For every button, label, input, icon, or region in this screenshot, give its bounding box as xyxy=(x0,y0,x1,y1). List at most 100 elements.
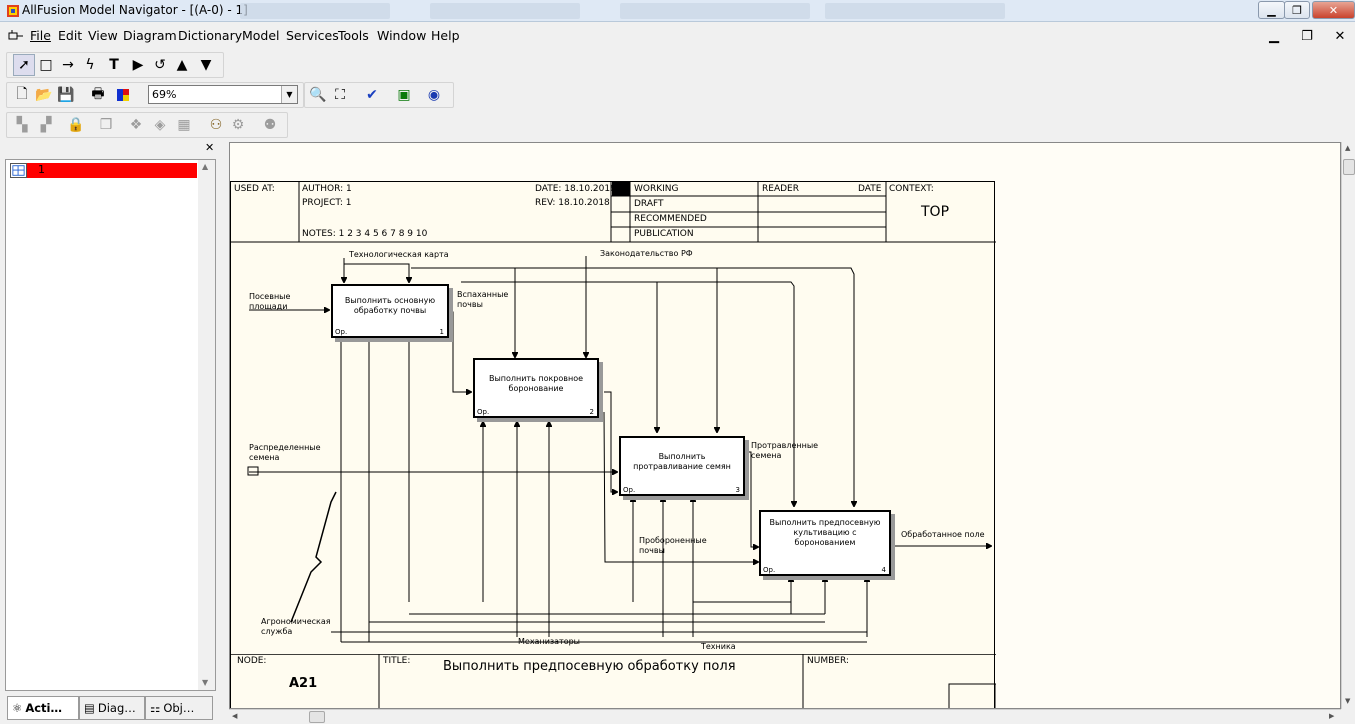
minimize-button[interactable]: ▁ xyxy=(1258,1,1285,19)
menu-tools[interactable]: Tools xyxy=(338,28,369,43)
label-loosened-soil: Вспаханные почвы xyxy=(457,290,509,309)
tab-activities[interactable]: ⚛ Acti… xyxy=(7,696,79,720)
close-button[interactable]: ✕ xyxy=(1312,1,1355,19)
model-save-icon[interactable]: ▞ xyxy=(35,114,57,136)
title-label: TITLE: xyxy=(383,656,411,666)
refresh-tool-icon[interactable]: ↺ xyxy=(149,54,171,76)
used-at-label: USED AT: xyxy=(234,184,275,194)
number-label: NUMBER: xyxy=(807,656,849,666)
new-file-icon[interactable]: 🗋 xyxy=(11,84,33,106)
menu-dictionary[interactable]: Dictionary xyxy=(178,28,242,43)
vertical-scroll-thumb[interactable] xyxy=(1343,159,1355,175)
tree-item-root[interactable]: 1 xyxy=(10,163,197,178)
panel-header: ✕ xyxy=(5,141,216,155)
model-explorer-icon[interactable]: ▣ xyxy=(393,84,415,106)
menu-services[interactable]: Services xyxy=(286,28,339,43)
chevron-down-icon[interactable]: ▼ xyxy=(281,86,297,103)
tree-item-label: 1 xyxy=(38,163,45,176)
activity-tree[interactable]: 1 xyxy=(5,159,216,691)
menu-view[interactable]: View xyxy=(88,28,118,43)
activity-box-2[interactable]: Выполнить покровное боронование Ор. 2 xyxy=(473,358,599,418)
model-explorer-panel: ✕ 1 ▲ ▼ ⚛ Acti… ▤ Diag… ⚏ Obj… xyxy=(5,141,216,723)
label-sown-areas: Посевные площади xyxy=(249,292,291,311)
diagram-canvas[interactable]: USED AT: AUTHOR: 1 PROJECT: 1 NOTES: 1 2… xyxy=(229,142,1341,709)
menu-help[interactable]: Help xyxy=(431,28,460,43)
lock-icon[interactable]: 🔒 xyxy=(65,114,87,136)
activity-box-1[interactable]: Выполнить основную обработку почвы Ор. 1 xyxy=(331,284,449,338)
label-operators: Механизаторы xyxy=(518,637,580,646)
menu-edit[interactable]: Edit xyxy=(58,28,82,43)
panel-close-icon[interactable]: ✕ xyxy=(205,141,214,154)
vertical-scrollbar[interactable]: ▲ ▼ xyxy=(1341,142,1355,709)
spellcheck-icon[interactable]: ✔ xyxy=(361,84,383,106)
idef0-frame: USED AT: AUTHOR: 1 PROJECT: 1 NOTES: 1 2… xyxy=(230,181,996,708)
taskbar-ghost-tab xyxy=(240,3,390,19)
users-icon[interactable]: ⚇ xyxy=(205,114,227,136)
mdi-doc-icon[interactable] xyxy=(8,29,24,43)
label-treated-seeds: Протравленные семена xyxy=(751,441,819,460)
tree-scrollbar[interactable]: ▲ ▼ xyxy=(198,160,215,690)
mdi-restore-button[interactable]: ❐ xyxy=(1294,26,1320,46)
mdi-close-button[interactable]: ✕ xyxy=(1327,26,1353,46)
copy-model-icon[interactable]: ❒ xyxy=(95,114,117,136)
box-tool-icon[interactable]: □ xyxy=(35,54,57,76)
zoom-fit-icon[interactable]: ⛶ xyxy=(329,84,351,106)
window-title: AllFusion Model Navigator - [(A-0) - 1] xyxy=(22,3,248,17)
open-folder-icon[interactable]: 📂 xyxy=(33,84,55,106)
node-label: NODE: xyxy=(237,656,267,666)
label-harrowed-soil: Пробороненные почвы xyxy=(639,536,707,555)
save-icon[interactable]: 💾 xyxy=(55,84,77,106)
label-agro-service: Агрономическая служба xyxy=(261,617,331,636)
zoom-value: 69% xyxy=(152,88,177,101)
security-icon[interactable]: ⚙ xyxy=(227,114,249,136)
tab-diagrams[interactable]: ▤ Diag… xyxy=(79,696,145,720)
label-processed-field: Обработанное поле xyxy=(901,530,985,539)
model-mart-icon[interactable]: ▚ xyxy=(11,114,33,136)
label-equipment: Техника xyxy=(701,642,736,651)
people-icon[interactable]: ⚉ xyxy=(259,114,281,136)
play-tool-icon[interactable]: ▶ xyxy=(127,54,149,76)
mdi-minimize-button[interactable]: ▁ xyxy=(1261,26,1287,46)
text-tool-icon[interactable]: T xyxy=(103,54,125,76)
grid-icon[interactable]: ▦ xyxy=(173,114,195,136)
label-tech-map: Технологическая карта xyxy=(349,250,449,259)
menu-model[interactable]: Model xyxy=(242,28,280,43)
activity-box-3[interactable]: Выполнить протравливание семян Ор. 3 xyxy=(619,436,745,496)
down-level-icon[interactable]: ▼ xyxy=(195,54,217,76)
maximize-button[interactable]: ❐ xyxy=(1284,1,1310,19)
pointer-tool-icon[interactable]: ➚ xyxy=(13,54,35,76)
app-icon xyxy=(7,5,19,17)
scroll-corner xyxy=(1341,709,1355,724)
menu-window[interactable]: Window xyxy=(377,28,426,43)
notes-label: NOTES: 1 2 3 4 5 6 7 8 9 10 xyxy=(302,229,428,239)
print-icon[interactable]: 🖶 xyxy=(87,84,109,106)
tab-objects[interactable]: ⚏ Obj… xyxy=(145,696,213,720)
scroll-right-icon[interactable]: ▶ xyxy=(1329,712,1334,720)
scroll-left-icon[interactable]: ◀ xyxy=(232,712,237,720)
arrow-tool-icon[interactable]: → xyxy=(57,54,79,76)
menu-diagram[interactable]: Diagram xyxy=(123,28,177,43)
scroll-up-icon[interactable]: ▲ xyxy=(1345,144,1350,152)
horizontal-scrollbar[interactable]: ◀ ▶ xyxy=(229,709,1341,724)
scroll-down-icon[interactable]: ▼ xyxy=(202,678,208,687)
zoom-in-icon[interactable]: 🔍 xyxy=(307,84,329,106)
squiggle-tool-icon[interactable]: ϟ xyxy=(79,54,101,76)
globe-icon[interactable]: ◉ xyxy=(423,84,445,106)
taskbar-ghost-tab xyxy=(620,3,810,19)
scroll-down-icon[interactable]: ▼ xyxy=(1345,697,1350,705)
activity-box-4[interactable]: Выполнить предпосевную культивацию с бор… xyxy=(759,510,891,576)
scroll-up-icon[interactable]: ▲ xyxy=(202,162,208,171)
merge-icon[interactable]: ❖ xyxy=(125,114,147,136)
horizontal-scroll-thumb[interactable] xyxy=(309,711,325,723)
up-level-icon[interactable]: ▲ xyxy=(171,54,193,76)
color-icon[interactable] xyxy=(113,84,135,106)
rev-label: REV: 18.10.2018 xyxy=(535,198,610,208)
activities-tab-icon: ⚛ xyxy=(12,701,23,715)
taskbar-ghost-tab xyxy=(430,3,580,19)
zoom-select[interactable]: 69% ▼ xyxy=(148,85,298,104)
activity-node-icon xyxy=(10,163,27,178)
menu-file[interactable]: File xyxy=(30,28,51,43)
project-label: PROJECT: 1 xyxy=(302,198,352,208)
compare-icon[interactable]: ◈ xyxy=(149,114,171,136)
context-value: TOP xyxy=(921,204,950,220)
